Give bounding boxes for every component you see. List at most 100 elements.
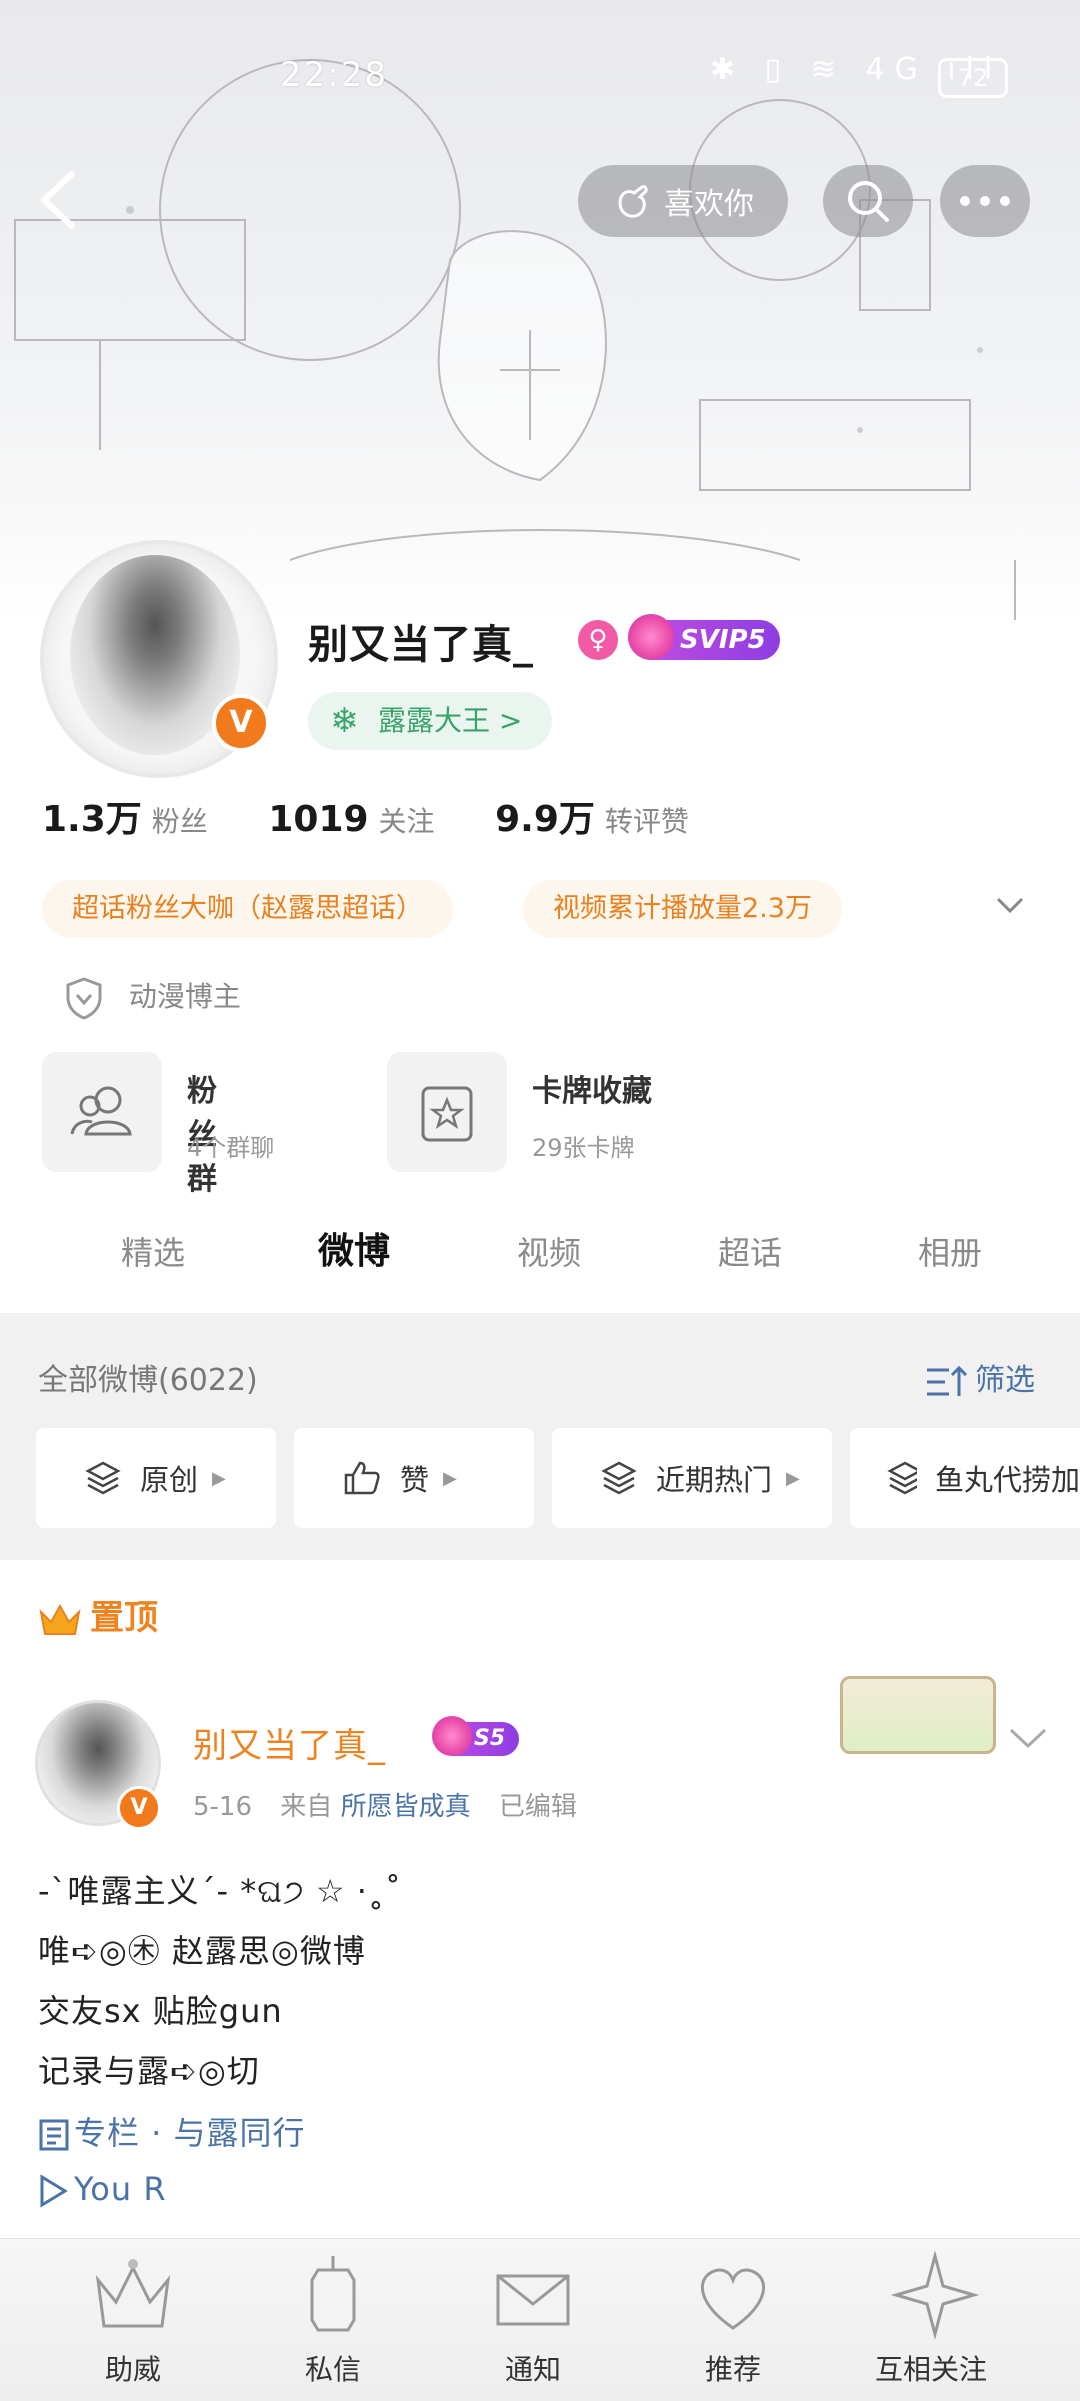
status-time: 22:28 — [280, 55, 388, 95]
post-meta: 5-16 来自 所愿皆成真 已编辑 — [193, 1786, 577, 1823]
chip-recent-hot[interactable]: 近期热门 ▶ — [552, 1428, 832, 1528]
star-icon — [890, 2250, 980, 2340]
post-from-label: 来自 — [280, 1792, 333, 1822]
chevron-left-icon — [41, 171, 75, 229]
crown-icon — [95, 2259, 171, 2328]
like-button-label: 喜欢你 — [664, 187, 754, 222]
nav-recommend[interactable]: 推荐 — [705, 2348, 761, 2388]
filter-label: 筛选 — [975, 1363, 1035, 1398]
chip-fishball-label: 鱼丸代捞加 — [934, 1463, 1080, 1497]
post-decoration-sticker — [840, 1676, 996, 1754]
hand-heart-icon — [618, 185, 648, 218]
triangle-right-icon: ▶ — [212, 1467, 226, 1489]
tile-fan-group-subtitle: 4个群聊 — [187, 1134, 275, 1162]
chip-original-label: 原创 — [140, 1463, 199, 1497]
feed-count: 全部微博(6022) — [38, 1363, 258, 1398]
back-button[interactable] — [30, 160, 90, 240]
category-label: 动漫博主 — [128, 980, 241, 1013]
stat-followers-value: 1.3万 — [42, 799, 142, 840]
search-icon — [848, 181, 889, 222]
tile-card-collection-title: 卡牌收藏 — [532, 1074, 652, 1109]
play-icon — [40, 2174, 68, 2208]
crown-icon — [39, 1603, 81, 1635]
chip-fishball[interactable]: 鱼丸代捞加 — [850, 1428, 1080, 1528]
snowflake-icon: ❄ — [330, 701, 359, 741]
stat-reposts[interactable]: 9.9万 转评赞 — [495, 799, 737, 840]
video-link-label: You R — [74, 2170, 167, 2208]
video-link[interactable]: You R — [38, 2170, 167, 2208]
post-author-name[interactable]: 别又当了真_ — [193, 1718, 386, 1767]
nav-messages[interactable]: 私信 — [305, 2348, 361, 2388]
post-text-line-4: 记录与露➪◎切 — [38, 2052, 260, 2090]
battery-indicator: 72 — [938, 58, 1008, 98]
category-row: 动漫博主 — [64, 975, 241, 1020]
post-text-line-1: -`唯露主义´- *ଘ੭ ☆ ·˳˚ — [38, 1872, 402, 1910]
pinned-label: 置顶 — [90, 1598, 158, 1638]
layers-icon — [85, 1461, 121, 1495]
thumbs-up-icon — [344, 1461, 380, 1495]
layers-icon — [601, 1461, 637, 1495]
more-dots-icon — [960, 196, 1010, 206]
female-gender-icon: ♀ — [578, 620, 618, 660]
search-button[interactable] — [823, 165, 913, 237]
stat-following-value: 1019 — [268, 799, 369, 840]
post-text-line-3: 交友sx 贴脸gun — [38, 1992, 283, 2030]
tag-supertopic-fan[interactable]: 超话粉丝大咖（赵露思超话） — [42, 880, 453, 938]
envelope-icon — [496, 2274, 570, 2326]
post-date: 5-16 — [193, 1792, 253, 1822]
more-button[interactable] — [940, 165, 1030, 237]
heart-icon — [700, 2268, 766, 2330]
tab-video[interactable]: 视频 — [517, 1228, 581, 1274]
verified-badge-icon: V — [212, 694, 270, 752]
tab-weibo[interactable]: 微博 — [318, 1222, 390, 1274]
post-edited: 已编辑 — [498, 1792, 577, 1822]
layers-icon — [887, 1461, 917, 1495]
fan-title-label: 露露大王 > — [378, 704, 523, 737]
chevron-down-icon[interactable] — [1008, 1726, 1048, 1750]
snail-icon — [432, 1716, 472, 1756]
fan-title-chip[interactable]: ❄ 露露大王 > — [308, 692, 553, 750]
document-icon — [39, 2119, 69, 2151]
snail-icon — [628, 614, 674, 660]
stat-reposts-value: 9.9万 — [495, 799, 595, 840]
tile-card-collection-subtitle: 29张卡牌 — [532, 1134, 635, 1162]
profile-username: 别又当了真_ — [308, 622, 534, 668]
nav-cheer[interactable]: 助威 — [105, 2348, 161, 2388]
stat-followers[interactable]: 1.3万 粉丝 — [42, 799, 256, 840]
chevron-down-icon[interactable] — [995, 890, 1025, 920]
nav-mutual-follow[interactable]: 互相关注 — [875, 2348, 987, 2388]
profile-banner — [0, 0, 1080, 620]
tab-album[interactable]: 相册 — [918, 1228, 982, 1274]
shield-icon — [66, 977, 102, 1020]
tab-featured[interactable]: 精选 — [121, 1228, 185, 1274]
tab-supertopic[interactable]: 超话 — [718, 1228, 782, 1274]
group-icon — [42, 1052, 162, 1172]
stat-following-label: 关注 — [378, 805, 435, 838]
post-source[interactable]: 所愿皆成真 — [341, 1792, 471, 1822]
tag-video-plays[interactable]: 视频累计播放量2.3万 — [523, 880, 842, 938]
chip-original[interactable]: 原创 ▶ — [36, 1428, 276, 1528]
stat-followers-label: 粉丝 — [151, 805, 208, 838]
banner-artwork — [14, 59, 1016, 620]
filter-icon — [927, 1365, 968, 1396]
profile-stats: 1.3万 粉丝 1019 关注 9.9万 转评赞 — [42, 790, 737, 842]
column-link[interactable]: 专栏 · 与露同行 — [38, 2108, 306, 2154]
post-text-line-2: 唯➪◎㊍ 赵露思◎微博 — [38, 1932, 366, 1970]
chip-recent-hot-label: 近期热门 — [656, 1463, 773, 1497]
triangle-right-icon: ▶ — [786, 1467, 800, 1489]
tile-fan-group[interactable]: 粉丝群 4个群聊 — [42, 1052, 274, 1197]
chip-liked-label: 赞 — [400, 1463, 430, 1497]
card-collection-icon — [387, 1052, 507, 1172]
stat-following[interactable]: 1019 关注 — [268, 799, 482, 840]
lantern-icon — [310, 2256, 356, 2332]
triangle-right-icon: ▶ — [443, 1467, 457, 1489]
filter-button[interactable]: 筛选 — [925, 1355, 1035, 1400]
verified-badge-icon: V — [117, 1786, 161, 1830]
like-you-button[interactable]: 喜欢你 — [578, 165, 788, 237]
pinned-label-row: 置顶 — [38, 1590, 158, 1639]
nav-notifications[interactable]: 通知 — [505, 2348, 561, 2388]
stat-reposts-label: 转评赞 — [604, 805, 689, 838]
tile-card-collection[interactable]: 卡牌收藏 29张卡牌 — [387, 1052, 652, 1172]
chip-liked[interactable]: 赞 ▶ — [294, 1428, 534, 1528]
column-link-label: 专栏 · 与露同行 — [74, 2114, 306, 2152]
